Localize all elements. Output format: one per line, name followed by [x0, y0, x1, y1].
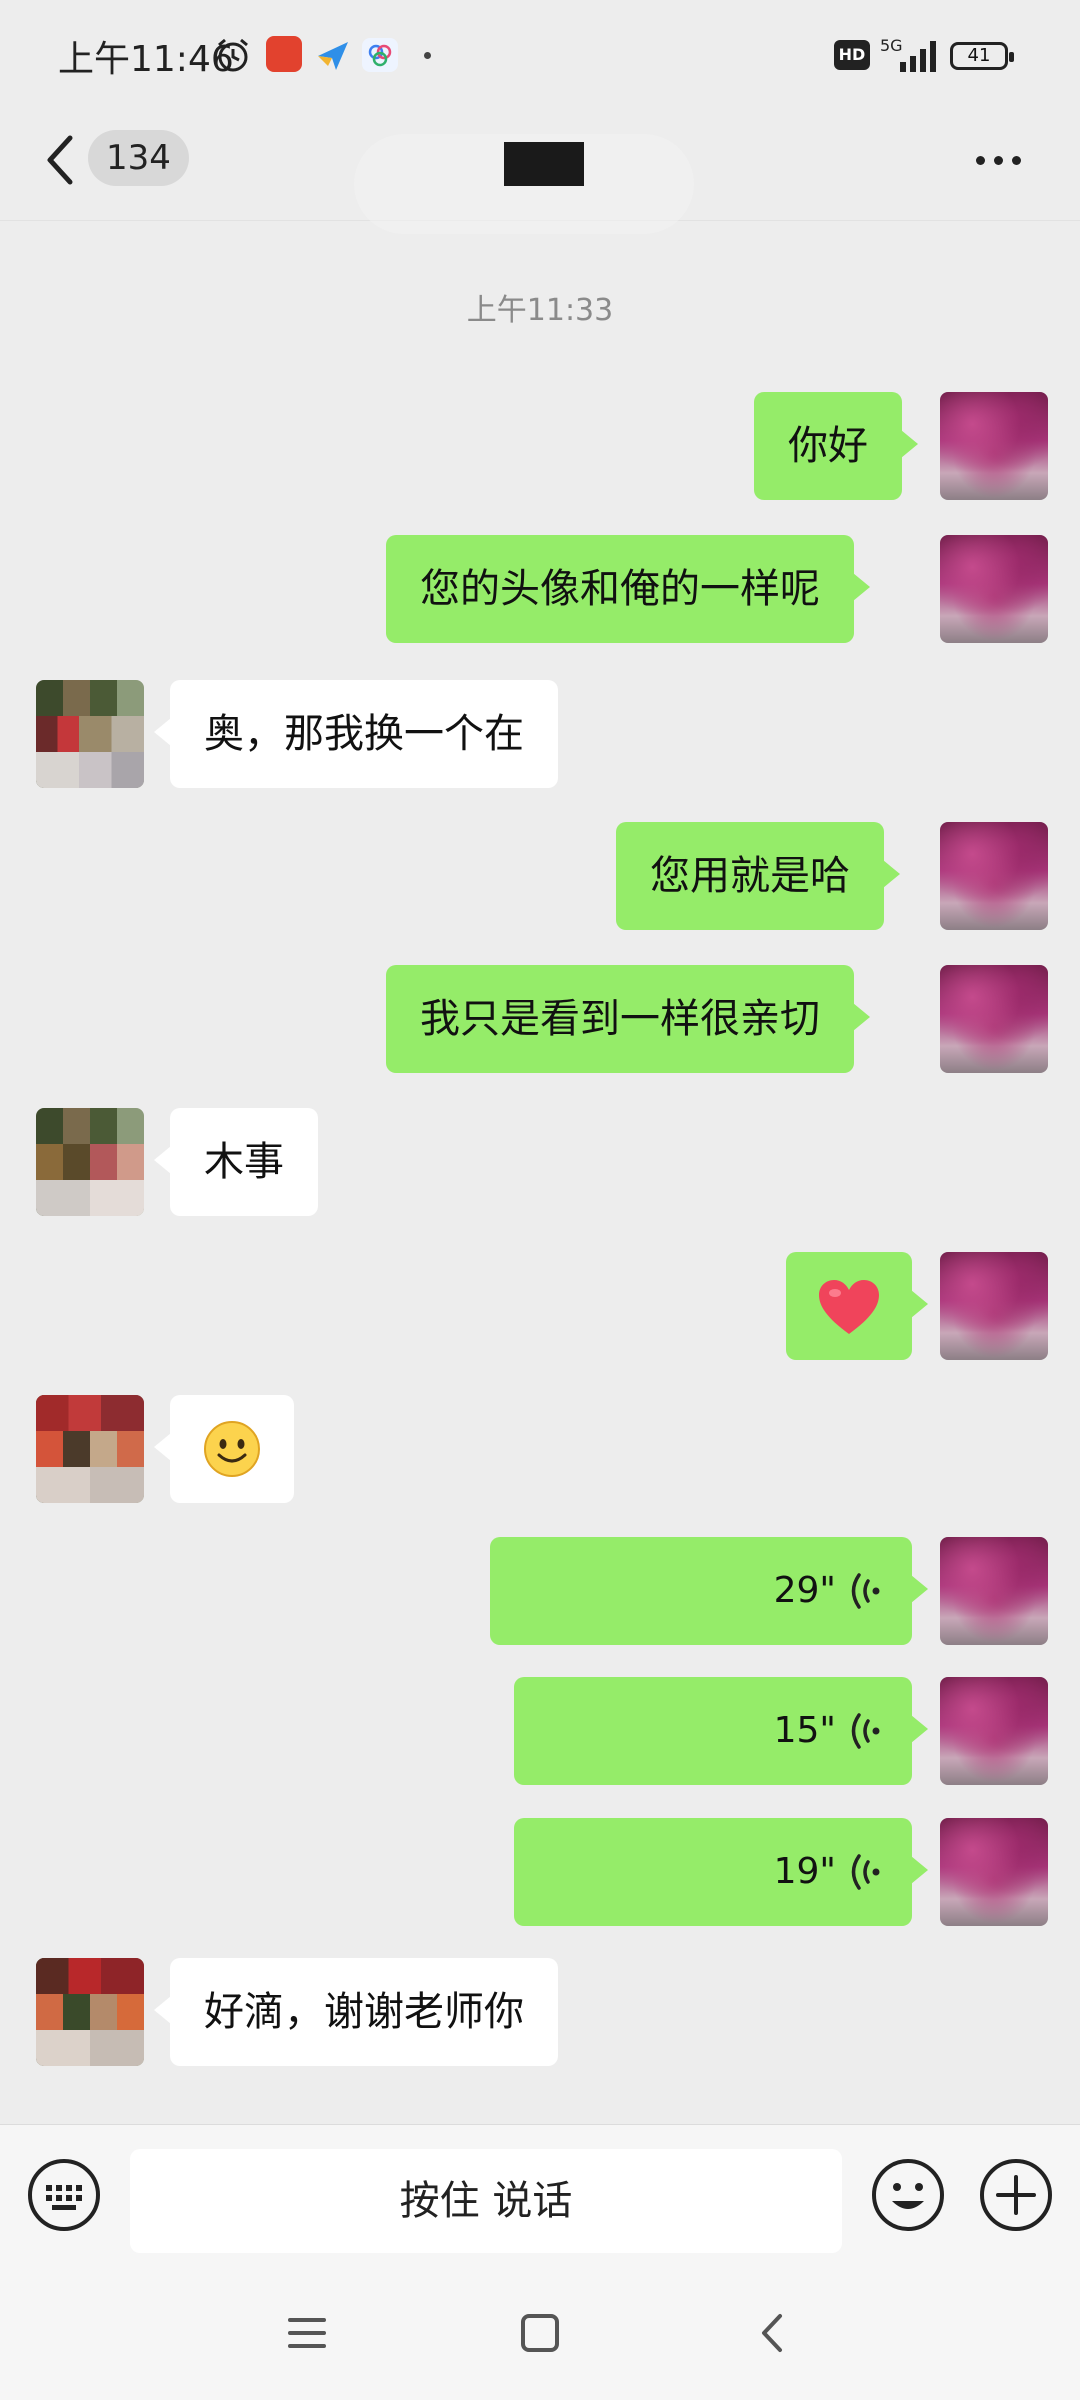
my-voice-message[interactable]: 29": [490, 1537, 928, 1645]
signal-icon: [900, 41, 936, 72]
voice-duration: 29": [773, 1570, 836, 1611]
my-avatar[interactable]: [940, 822, 1048, 930]
unread-count-badge[interactable]: 134: [88, 130, 189, 186]
cloud-app-icon: [362, 38, 398, 72]
hd-icon: HD: [834, 40, 870, 70]
contact-avatar[interactable]: [36, 1958, 144, 2066]
contact-message-bubble[interactable]: 木事: [154, 1108, 318, 1216]
back-chevron-icon[interactable]: [40, 130, 80, 190]
more-options-icon[interactable]: [976, 150, 1036, 170]
my-message-bubble[interactable]: 您的头像和俺的一样呢: [386, 535, 870, 643]
contact-message-bubble[interactable]: 奥，那我换一个在: [154, 680, 558, 788]
my-emoji-bubble[interactable]: [786, 1252, 928, 1360]
more-notifications-dot: [424, 52, 431, 59]
my-avatar[interactable]: [940, 1677, 1048, 1785]
contact-emoji-bubble[interactable]: [154, 1395, 294, 1503]
voice-wave-icon: [851, 1713, 880, 1749]
my-avatar[interactable]: [940, 1252, 1048, 1360]
smile-icon: [204, 1421, 260, 1477]
system-navigation-bar: [0, 2264, 1080, 2400]
my-avatar[interactable]: [940, 1818, 1048, 1926]
my-message-bubble[interactable]: 您用就是哈: [616, 822, 900, 930]
my-avatar[interactable]: [940, 535, 1048, 643]
status-bar: 上午11:46 HD 5G 41: [0, 0, 1080, 110]
contact-avatar[interactable]: [36, 1108, 144, 1216]
chat-title-redacted: [504, 142, 584, 186]
chat-header: 134: [0, 110, 1080, 234]
composer-bar: 按住 说话: [0, 2124, 1080, 2265]
contact-message-bubble[interactable]: 好滴，谢谢老师你: [154, 1958, 558, 2066]
back-icon[interactable]: [748, 2308, 798, 2358]
contact-avatar[interactable]: [36, 1395, 144, 1503]
battery-level: 41: [967, 45, 991, 66]
voice-duration: 15": [773, 1710, 836, 1751]
battery-icon: 41: [950, 42, 1014, 70]
my-avatar[interactable]: [940, 1537, 1048, 1645]
my-avatar[interactable]: [940, 965, 1048, 1073]
contact-avatar[interactable]: [36, 680, 144, 788]
voice-wave-icon: [851, 1854, 880, 1890]
send-app-icon: [318, 42, 348, 70]
my-voice-message[interactable]: 15": [514, 1677, 928, 1785]
hold-to-talk-button[interactable]: 按住 说话: [130, 2149, 842, 2253]
my-message-bubble[interactable]: 你好: [754, 392, 918, 500]
status-time: 上午11:46: [58, 39, 234, 80]
home-icon[interactable]: [515, 2308, 565, 2358]
my-voice-message[interactable]: 19": [514, 1818, 928, 1926]
emoji-picker-icon[interactable]: [870, 2157, 946, 2233]
keyboard-icon[interactable]: [26, 2157, 102, 2233]
heart-icon: [819, 1280, 879, 1334]
message-timestamp: 上午11:33: [466, 293, 614, 328]
voice-duration: 19": [773, 1851, 836, 1892]
my-message-bubble[interactable]: 我只是看到一样很亲切: [386, 965, 870, 1073]
voice-wave-icon: [851, 1573, 880, 1609]
menu-icon[interactable]: [282, 2308, 332, 2358]
alarm-icon: [218, 38, 248, 72]
add-more-icon[interactable]: [978, 2157, 1054, 2233]
my-avatar[interactable]: [940, 392, 1048, 500]
taobao-app-icon: [266, 36, 302, 72]
